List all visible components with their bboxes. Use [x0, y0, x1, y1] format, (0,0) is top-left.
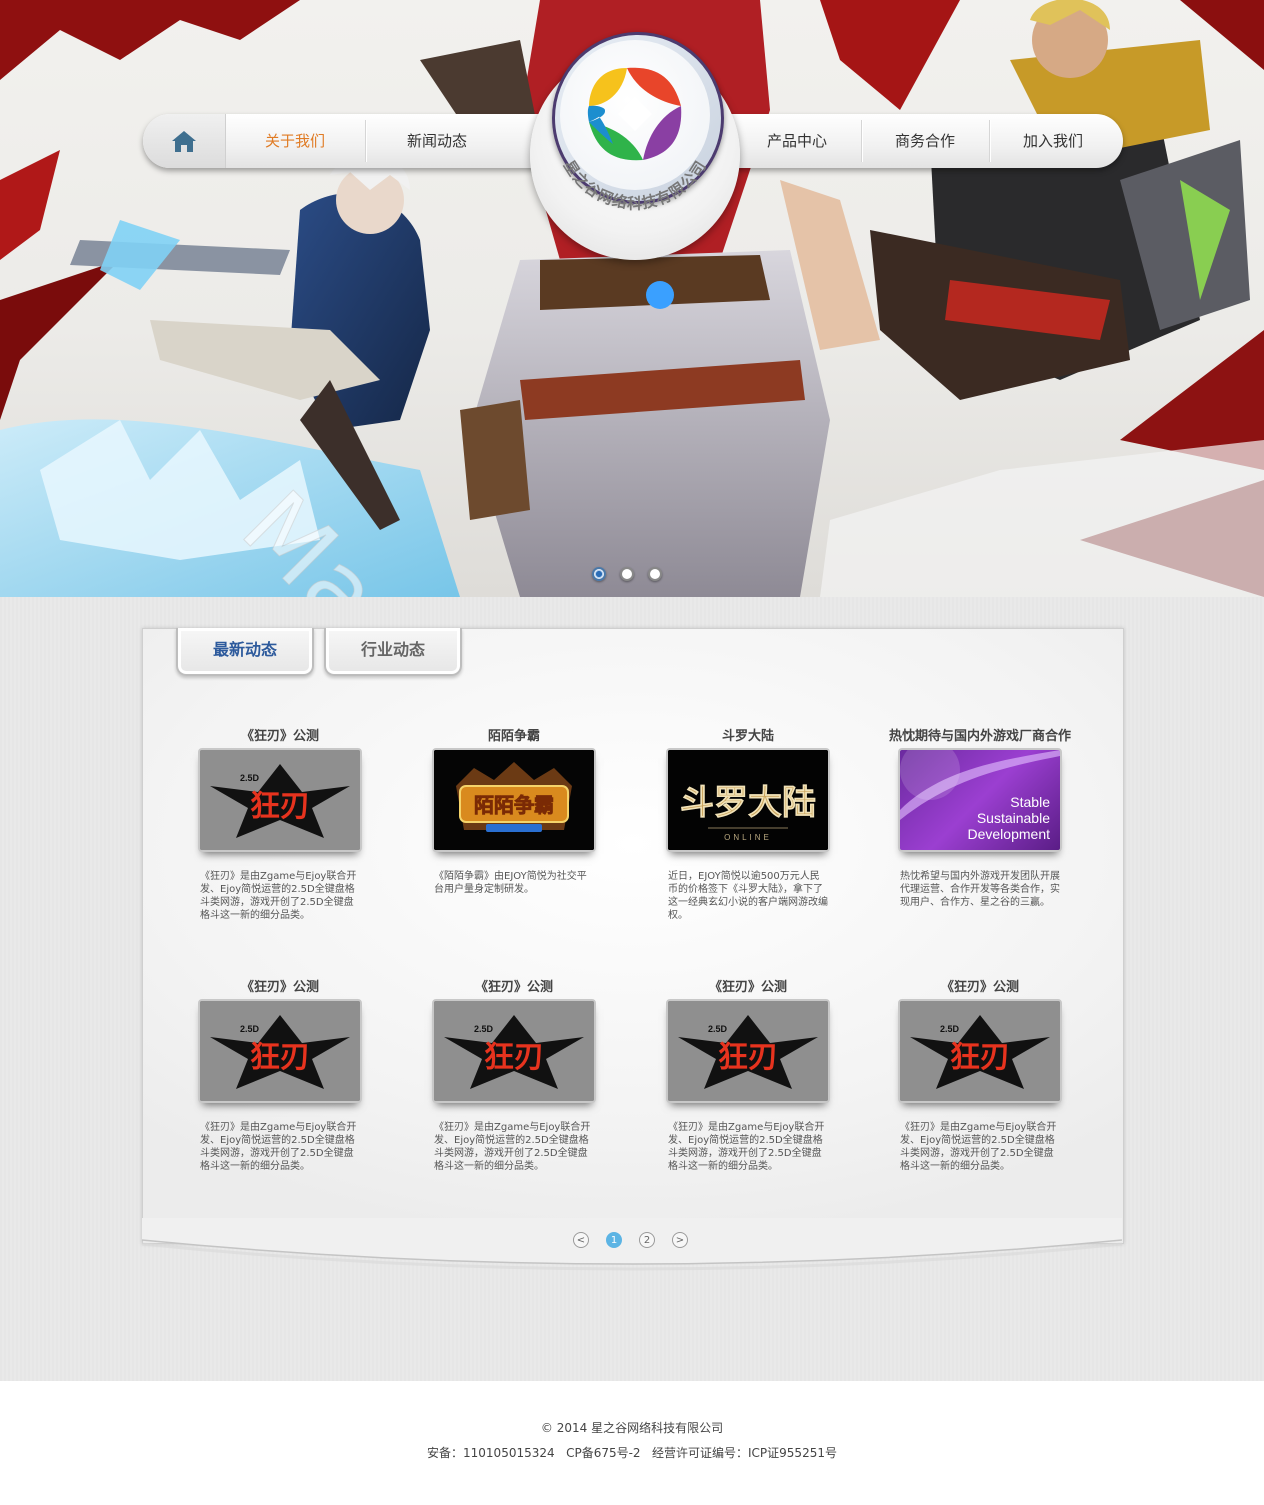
nav-item-products[interactable]: 产品中心 — [733, 114, 861, 168]
image-text-development: Development — [967, 826, 1051, 842]
news-card[interactable]: 陌陌争霸 陌陌争霸 《陌陌争霸》由EJOY简悦为社交平台用户量身定制研发。 — [414, 726, 614, 896]
kuangren-logo-icon: 狂刃 2.5D — [200, 750, 360, 850]
svg-text:狂刃: 狂刃 — [950, 1041, 1010, 1074]
carousel-dot-3[interactable] — [648, 567, 662, 581]
card-description: 《狂刃》是由Zgame与Ejoy联合开发、Ejoy简悦运营的2.5D全键盘格斗类… — [200, 1122, 357, 1172]
svg-text:陌陌争霸: 陌陌争霸 — [474, 793, 554, 817]
card-thumbnail[interactable]: 陌陌争霸 — [432, 748, 596, 852]
card-title[interactable]: 斗罗大陆 — [648, 726, 848, 748]
news-card[interactable]: 《狂刃》公测 狂刃 2.5D 《狂刃》是由Zgame与Ejoy联合开发、Ejoy… — [880, 977, 1080, 1173]
nav-item-join[interactable]: 加入我们 — [989, 114, 1117, 168]
douluo-dalu-logo-icon: 斗罗大陆 ONLINE — [668, 750, 828, 850]
svg-text:狂刃: 狂刃 — [250, 1041, 310, 1074]
card-title[interactable]: 《狂刃》公测 — [648, 977, 848, 999]
carousel-dot-2[interactable] — [620, 567, 634, 581]
svg-text:2.5D: 2.5D — [474, 1024, 494, 1034]
pager-next-button[interactable]: > — [672, 1232, 688, 1248]
card-title[interactable]: 《狂刃》公测 — [414, 977, 614, 999]
svg-text:2.5D: 2.5D — [708, 1024, 728, 1034]
carousel-dot-1[interactable] — [592, 567, 606, 581]
svg-text:2.5D: 2.5D — [240, 773, 260, 783]
news-card[interactable]: 《狂刃》公测 狂刃 2.5D 《狂刃》是由Zgame与Ejoy联合开发、Ejoy… — [180, 726, 380, 922]
nav-item-news[interactable]: 新闻动态 — [367, 114, 507, 168]
card-thumbnail[interactable]: 狂刃 2.5D — [898, 999, 1062, 1103]
svg-text:狂刃: 狂刃 — [250, 790, 310, 823]
card-description: 近日，EJOY简悦以逾500万元人民币的价格签下《斗罗大陆》，拿下了这一经典玄幻… — [668, 871, 828, 921]
company-logo[interactable]: 星之谷网络科技有限公司 — [530, 30, 740, 260]
kuangren-logo-icon: 狂刃 2.5D — [200, 1001, 360, 1101]
card-title[interactable]: 《狂刃》公测 — [880, 977, 1080, 999]
pagination: < 1 2 > — [573, 1232, 688, 1248]
svg-text:2.5D: 2.5D — [240, 1024, 260, 1034]
svg-text:狂刃: 狂刃 — [718, 1041, 778, 1074]
news-card[interactable]: 热忱期待与国内外游戏厂商合作 Stable Sustainable Develo… — [880, 726, 1080, 909]
footer-copyright: © 2014 星之谷网络科技有限公司 — [540, 1421, 724, 1435]
news-card[interactable]: 《狂刃》公测 狂刃 2.5D 《狂刃》是由Zgame与Ejoy联合开发、Ejoy… — [648, 977, 848, 1173]
logo-mark-icon: 星之谷网络科技有限公司 — [560, 67, 710, 213]
card-description: 《狂刃》是由Zgame与Ejoy联合开发、Ejoy简悦运营的2.5D全键盘格斗类… — [900, 1122, 1057, 1172]
footer-license: 安备：110105015324 CP备675号-2 经营许可证编号：ICP证95… — [427, 1446, 837, 1460]
news-card[interactable]: 斗罗大陆 斗罗大陆 ONLINE 近日，EJOY简悦以逾500万元人民币的价格签… — [648, 726, 848, 922]
card-description: 《陌陌争霸》由EJOY简悦为社交平台用户量身定制研发。 — [434, 871, 587, 895]
svg-text:斗罗大陆: 斗罗大陆 — [680, 784, 816, 822]
pager-prev-button[interactable]: < — [573, 1232, 589, 1248]
news-card[interactable]: 《狂刃》公测 狂刃 2.5D 《狂刃》是由Zgame与Ejoy联合开发、Ejoy… — [414, 977, 614, 1173]
nav-divider — [365, 120, 366, 162]
card-title[interactable]: 《狂刃》公测 — [180, 726, 380, 748]
carousel-indicators — [592, 567, 662, 581]
tab-latest-news[interactable]: 最新动态 — [176, 628, 314, 676]
tab-industry-news[interactable]: 行业动态 — [324, 628, 462, 676]
pager-page-2[interactable]: 2 — [639, 1232, 655, 1248]
logo-company-name: 星之谷网络科技有限公司 — [560, 158, 709, 213]
panel-curved-bottom — [142, 1218, 1122, 1271]
image-text-sustainable: Sustainable — [976, 810, 1050, 826]
momo-zhengba-logo-icon: 陌陌争霸 — [434, 750, 594, 850]
card-thumbnail[interactable]: 狂刃 2.5D — [432, 999, 596, 1103]
pager-page-1[interactable]: 1 — [606, 1232, 622, 1248]
card-description: 《狂刃》是由Zgame与Ejoy联合开发、Ejoy简悦运营的2.5D全键盘格斗类… — [434, 1122, 591, 1172]
card-description: 《狂刃》是由Zgame与Ejoy联合开发、Ejoy简悦运营的2.5D全键盘格斗类… — [200, 871, 357, 921]
card-thumbnail[interactable]: Stable Sustainable Development — [898, 748, 1062, 852]
svg-text:ONLINE: ONLINE — [724, 833, 772, 842]
card-thumbnail[interactable]: 狂刃 2.5D — [198, 748, 362, 852]
card-thumbnail[interactable]: 狂刃 2.5D — [198, 999, 362, 1103]
svg-text:2.5D: 2.5D — [940, 1024, 960, 1034]
image-text-stable: Stable — [1010, 794, 1050, 810]
kuangren-logo-icon: 狂刃 2.5D — [434, 1001, 594, 1101]
card-description: 热忱希望与国内外游戏开发团队开展代理运营、合作开发等各类合作，实现用户、合作方、… — [900, 871, 1060, 908]
nav-item-about[interactable]: 关于我们 — [225, 114, 365, 168]
card-title[interactable]: 陌陌争霸 — [414, 726, 614, 748]
kuangren-logo-icon: 狂刃 2.5D — [668, 1001, 828, 1101]
card-thumbnail[interactable]: 狂刃 2.5D — [666, 999, 830, 1103]
card-thumbnail[interactable]: 斗罗大陆 ONLINE — [666, 748, 830, 852]
svg-text:狂刃: 狂刃 — [484, 1041, 544, 1074]
card-title[interactable]: 热忱期待与国内外游戏厂商合作 — [880, 726, 1080, 748]
card-description: 《狂刃》是由Zgame与Ejoy联合开发、Ejoy简悦运营的2.5D全键盘格斗类… — [668, 1122, 825, 1172]
home-icon — [172, 131, 196, 152]
card-title[interactable]: 《狂刃》公测 — [180, 977, 380, 999]
news-card[interactable]: 《狂刃》公测 狂刃 2.5D 《狂刃》是由Zgame与Ejoy联合开发、Ejoy… — [180, 977, 380, 1173]
home-button[interactable] — [143, 114, 226, 168]
nav-item-business[interactable]: 商务合作 — [861, 114, 989, 168]
svg-text:星之谷网络科技有限公司: 星之谷网络科技有限公司 — [560, 158, 710, 213]
kuangren-logo-icon: 狂刃 2.5D — [900, 1001, 1060, 1101]
site-footer: © 2014 星之谷网络科技有限公司 安备：110105015324 CP备67… — [0, 1381, 1264, 1505]
